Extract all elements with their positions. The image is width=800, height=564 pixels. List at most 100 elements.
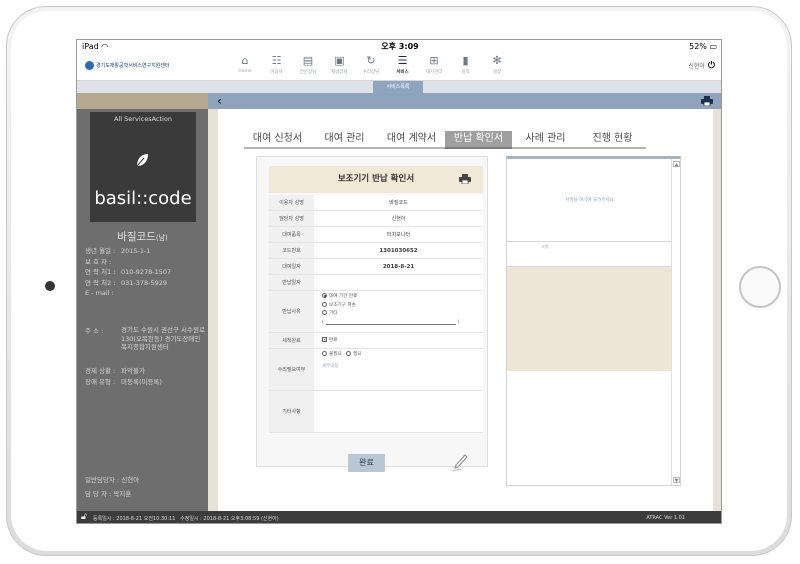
content-panel: 대여 신청서 대여 관리 대여 계약서 반납 확인서 사례 관리 진행 현황 보… [218,109,713,511]
nav-home[interactable]: ⌂ Home [230,54,260,75]
nav-service[interactable]: ☰ 서비스 [388,54,418,75]
client-name: 바질코드(남) [117,231,168,243]
logo-mark-icon [85,61,94,70]
footer-bar: 🔓︎ 등록일시 : 2018-8-21 오전10:30:11 수정일시 : 20… [77,511,721,523]
radio-checked-icon [322,293,327,298]
info-guardian: 보 호 자 : [85,257,112,266]
camera-dot [45,281,55,291]
nav-revisit[interactable]: ▣ 재방상담 [325,54,355,75]
info-staff: 담 당 자 : 박지훈 [85,490,132,498]
status-bar: iPad ◠ 오후 3:09 52% ▭ [77,40,721,53]
clock: 오후 3:09 [381,42,419,51]
users-icon: ☷ [271,54,282,67]
signature-panel: 서명을 여기에 올려주세요 서명 ▲ ▼ [506,156,681,486]
nav-settings[interactable]: ✻ 설정 [482,54,512,75]
row-staff-name: 담당자 성명 신현아 [269,211,483,227]
form-title: 보조기기 반납 확인서 [269,166,483,193]
repair-icon: ↻ [366,54,376,67]
brand-top-text: All ServicesAction [114,115,172,123]
signature-scrollbar[interactable]: ▲ ▼ [671,159,680,485]
return-form: 보조기기 반납 확인서 이용자 성명 바질코드 담당자 성명 신현아 대여품목 터치모… [256,156,488,472]
sidebar-top-strip [77,93,208,109]
list-icon: ☰ [397,54,408,67]
revisit-doc-icon: ▣ [334,54,345,67]
scroll-down-icon[interactable]: ▼ [673,477,680,484]
client-extra: 경제 상황 : 파악불가 장애 유형 : 미등록(미등록) [85,366,205,387]
unlock-icon[interactable]: 🔓︎ [81,512,87,522]
signature-caption: 서명 [507,242,672,267]
tab-case-management[interactable]: 사례 관리 [512,131,579,149]
battery-icon: ▭ [709,42,717,51]
subnav-service-list[interactable]: 서비스목록 [373,81,423,93]
row-cleaning: 세척완료 ✕ 완료 [269,333,483,349]
main-area: ‹ 대여 신청서 대여 관리 대여 계약서 반납 확인서 사례 관리 진행 현황… [208,93,721,511]
staff-info: 일반담당자 : 신현아 담 당 자 : 박지훈 [85,473,139,501]
client-info-list: 생년 월일 :2015-1-1 보 호 자 : 연 락 처1 :010-9278… [85,246,205,299]
app-header: 경기도재활공학서비스연구지원센터 ⌂ Home ☷ 이용자 ▤ 전문상담 ▣ 재방상담 … [77,53,721,81]
reason-option-expired[interactable]: 대여 기간 만료 [322,293,475,302]
repair-detail-input[interactable]: 세부내용 [314,360,483,372]
row-user-name: 이용자 성명 바질코드 [269,195,483,211]
logo[interactable]: 경기도재활공학서비스연구지원센터 [85,61,170,70]
back-chevron-icon[interactable]: ‹ [217,93,222,109]
nav-consult[interactable]: ▤ 전문상담 [293,54,323,75]
info-phone2: 연 락 처2 :031-378-5929 [85,278,168,287]
reason-option-damaged[interactable]: 보조기구 파손 [322,301,475,311]
form-printer-icon[interactable] [459,174,471,184]
signature-pad[interactable]: 서명을 여기에 올려주세요 [507,159,672,242]
app-version: ATRAC Ver 1.01 [646,515,685,521]
printer-icon[interactable] [701,96,713,106]
row-rental-item: 대여품목 터치모니터 [269,227,483,243]
signature-preview [507,267,672,371]
sub-nav: 서비스목록 [77,81,721,93]
other-reason-input[interactable]: () [322,319,475,328]
reason-option-other[interactable]: 기타 [322,310,475,319]
bar-chart-icon: ▮ [462,54,469,67]
tab-rental-application[interactable]: 대여 신청서 [244,131,311,149]
info-general-staff: 일반담당자 : 신현아 [85,476,140,484]
nav-waiting[interactable]: ⊞ 대기관리 [419,54,449,75]
info-disability: 장애 유형 : 미등록(미등록) [85,377,162,386]
repair-option-needed[interactable]: 필요 [346,351,362,357]
row-return-date: 반납일자 [269,275,483,291]
row-code-number: 코드번호 1301030652 [269,243,483,259]
brand-name: basil::code [94,188,192,209]
client-address: 주 소 : 경기도 수원시 권선구 서수원로 130(오목천동) 경기도장애인복지… [85,326,205,351]
info-economy: 경제 상황 : 파악불가 [85,367,145,375]
etc-input[interactable] [314,391,483,432]
power-icon[interactable]: ⏻ [708,61,715,71]
scroll-up-icon[interactable]: ▲ [673,161,680,168]
home-icon: ⌂ [241,54,249,67]
nav-users[interactable]: ☷ 이용자 [262,54,292,75]
return-date-field[interactable] [314,275,483,290]
nav-performance[interactable]: ▮ 실적 [451,54,481,75]
return-reason-options: 대여 기간 만료 보조기구 파손 기타 () [314,291,483,332]
repair-options: 불필요 필요 [314,349,483,360]
user-area: 신현아 ⏻ [688,61,715,71]
row-repair-needed: 수리필요여부 불필요 필요 세부내용 [269,349,483,391]
app-screen: iPad ◠ 오후 3:09 52% ▭ 경기도재활공학서비스연구지원센터 ⌂ H… [76,39,722,524]
radio-icon [322,310,327,315]
tab-return-confirmation[interactable]: 반납 확인서 [445,131,512,149]
footer-timestamps: 등록일시 : 2018-8-21 오전10:30:11 수정일시 : 2018-… [93,516,279,522]
tab-progress[interactable]: 진행 현황 [579,131,646,149]
info-email: E - mail : [85,289,114,297]
nav-repair[interactable]: ↻ 수리상담 [356,54,386,75]
home-button[interactable] [739,266,781,308]
user-name: 신현아 [688,63,705,70]
main-toolbar: ‹ [208,93,721,109]
pen-sign-icon[interactable] [452,454,468,472]
repair-option-not-needed[interactable]: 불필요 [322,351,342,357]
main-nav: ⌂ Home ☷ 이용자 ▤ 전문상담 ▣ 재방상담 ↻ 수리상담 ☰ 서비스 ⊞ 대기관리 … [230,54,514,75]
done-button[interactable]: 완료 [348,454,385,472]
row-etc: 기타사항 [269,391,483,433]
leaf-icon [136,154,148,167]
client-photo: All ServicesAction basil::code [90,112,196,222]
row-return-reason: 반납사유 대여 기간 만료 보조기구 파손 기타 () [269,291,483,333]
radio-icon [346,351,352,356]
cleaning-checkbox[interactable]: ✕ 완료 [314,333,483,348]
tab-rental-contract[interactable]: 대여 계약서 [378,131,445,149]
battery-text: 52% [689,42,707,51]
tab-rental-management[interactable]: 대여 관리 [311,131,378,149]
consult-doc-icon: ▤ [302,54,314,67]
